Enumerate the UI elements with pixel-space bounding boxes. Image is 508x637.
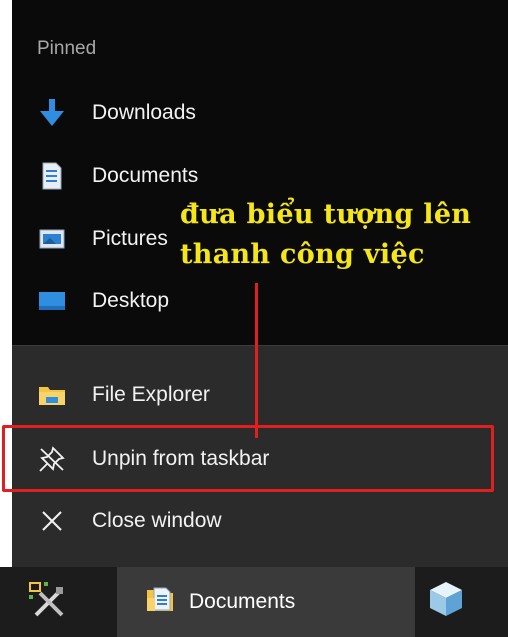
pinned-section: Pinned Downloads Documents Pictures Desk… bbox=[12, 0, 508, 345]
pictures-icon bbox=[36, 223, 68, 255]
file-explorer-label: File Explorer bbox=[92, 383, 210, 406]
close-window-label: Close window bbox=[92, 509, 222, 532]
tools-icon bbox=[26, 579, 66, 625]
cube-icon bbox=[428, 580, 464, 624]
highlight-box bbox=[2, 425, 494, 492]
annotation-line-1: đưa biểu tượng lên bbox=[180, 199, 472, 230]
file-explorer-button[interactable]: File Explorer bbox=[12, 366, 508, 424]
document-icon bbox=[36, 160, 68, 192]
pinned-item-label: Pictures bbox=[92, 227, 168, 250]
close-icon bbox=[36, 505, 68, 537]
file-explorer-icon bbox=[36, 379, 68, 411]
annotation-pointer-line bbox=[255, 283, 258, 438]
download-arrow-icon bbox=[36, 97, 68, 129]
pinned-item-downloads[interactable]: Downloads bbox=[12, 84, 508, 142]
taskbar-item-tools[interactable] bbox=[26, 567, 116, 637]
annotation-line-2: thanh công việc bbox=[180, 239, 425, 270]
taskbar-item-label: Documents bbox=[189, 590, 296, 613]
annotation-text: đưa biểu tượng lên thanh công việc bbox=[180, 195, 471, 275]
taskbar-item-cube[interactable] bbox=[428, 567, 508, 637]
close-window-button[interactable]: Close window bbox=[12, 492, 508, 550]
taskbar: Documents bbox=[0, 567, 508, 637]
pinned-item-label: Documents bbox=[92, 164, 199, 187]
taskbar-item-documents[interactable]: Documents bbox=[117, 567, 415, 637]
pinned-item-label: Desktop bbox=[92, 289, 170, 312]
folder-icon bbox=[145, 584, 175, 620]
desktop-icon bbox=[36, 285, 68, 317]
pinned-header: Pinned bbox=[37, 38, 97, 59]
pinned-item-desktop[interactable]: Desktop bbox=[12, 272, 508, 330]
pinned-item-label: Downloads bbox=[92, 101, 196, 124]
